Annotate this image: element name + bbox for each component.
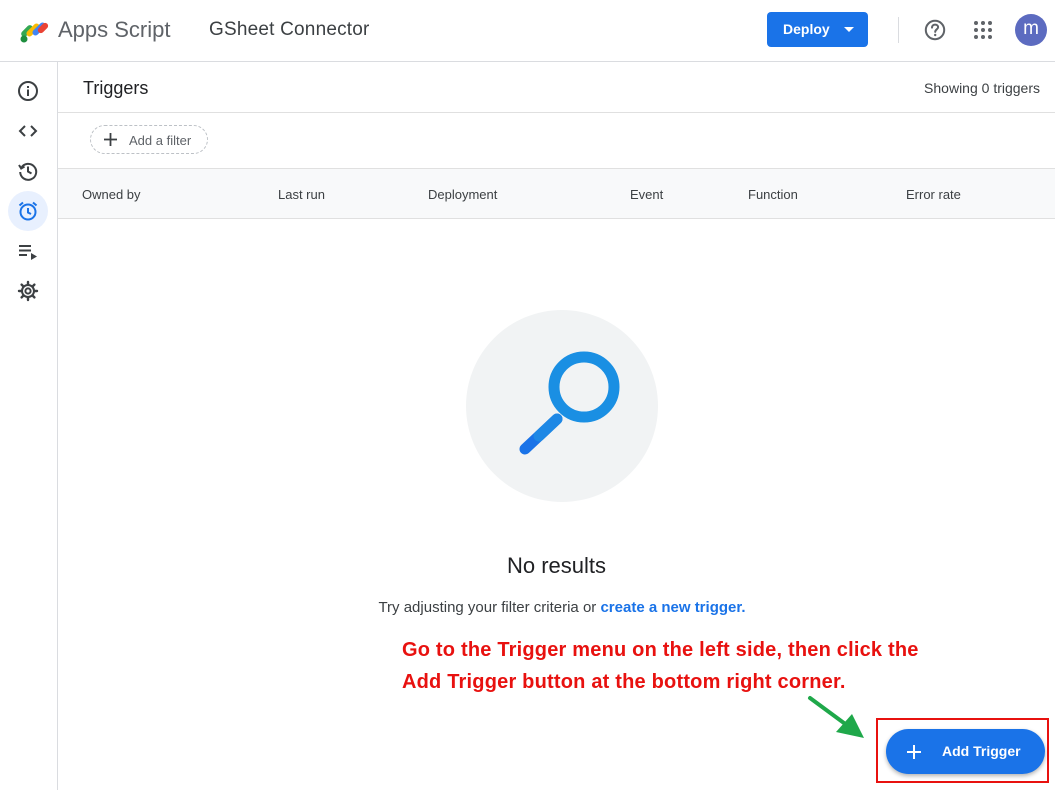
magnifier-icon bbox=[519, 351, 620, 455]
app-name[interactable]: Apps Script bbox=[58, 17, 171, 43]
column-last-run[interactable]: Last run bbox=[278, 187, 325, 202]
info-icon bbox=[18, 81, 38, 101]
apps-script-logo-icon[interactable] bbox=[18, 16, 52, 44]
column-event[interactable]: Event bbox=[630, 187, 663, 202]
google-apps-grid-icon[interactable] bbox=[973, 20, 993, 40]
trigger-count: Showing 0 triggers bbox=[924, 80, 1040, 96]
column-deployment[interactable]: Deployment bbox=[428, 187, 497, 202]
header-divider bbox=[898, 17, 899, 43]
add-trigger-button[interactable]: Add Trigger bbox=[886, 729, 1045, 774]
empty-state-hint-text: Try adjusting your filter criteria or bbox=[378, 599, 597, 616]
deploy-button[interactable]: Deploy bbox=[767, 12, 868, 47]
sidebar-item-executions-history[interactable] bbox=[8, 151, 48, 191]
plus-icon bbox=[104, 133, 117, 146]
sidebar-item-overview[interactable] bbox=[8, 71, 48, 111]
top-app-bar: Apps Script GSheet Connector Deploy m bbox=[0, 0, 1055, 62]
page-title: Triggers bbox=[83, 78, 149, 98]
sidebar-item-project-settings[interactable] bbox=[8, 271, 48, 311]
sidebar-item-executions[interactable] bbox=[8, 231, 48, 271]
project-name[interactable]: GSheet Connector bbox=[209, 19, 370, 41]
annotation-line-1: Go to the Trigger menu on the left side,… bbox=[402, 639, 919, 661]
alarm-clock-icon bbox=[18, 201, 38, 221]
column-owned-by[interactable]: Owned by bbox=[82, 187, 141, 202]
triggers-page: Triggers Showing 0 triggers Add a filter… bbox=[58, 62, 1055, 790]
empty-state-title: No results bbox=[506, 553, 607, 578]
table-header: Owned by Last run Deployment Event Funct… bbox=[58, 168, 1055, 219]
create-trigger-link[interactable]: create a new trigger. bbox=[600, 599, 745, 616]
side-navigation bbox=[0, 62, 58, 790]
sidebar-item-triggers[interactable] bbox=[8, 191, 48, 231]
caret-down-icon bbox=[844, 27, 854, 32]
tutorial-annotation: Go to the Trigger menu on the left side,… bbox=[402, 634, 919, 698]
add-filter-label: Add a filter bbox=[129, 133, 192, 148]
empty-state-hint: Try adjusting your filter criteria or cr… bbox=[58, 599, 1055, 616]
column-function[interactable]: Function bbox=[748, 187, 798, 202]
add-filter-button[interactable]: Add a filter bbox=[90, 125, 208, 154]
history-icon bbox=[18, 162, 38, 181]
column-error-rate[interactable]: Error rate bbox=[906, 187, 961, 202]
title-divider bbox=[58, 112, 1055, 113]
empty-state-illustration bbox=[466, 310, 658, 502]
gear-icon bbox=[17, 280, 39, 302]
add-trigger-label: Add Trigger bbox=[942, 743, 1021, 759]
plus-icon bbox=[907, 745, 921, 759]
help-icon[interactable] bbox=[924, 19, 946, 41]
sidebar-item-editor[interactable] bbox=[8, 111, 48, 151]
annotation-arrow-icon bbox=[808, 696, 864, 738]
deploy-button-label: Deploy bbox=[783, 21, 830, 37]
playlist-play-icon bbox=[19, 245, 37, 260]
code-icon bbox=[18, 125, 38, 137]
account-avatar[interactable]: m bbox=[1015, 14, 1047, 46]
